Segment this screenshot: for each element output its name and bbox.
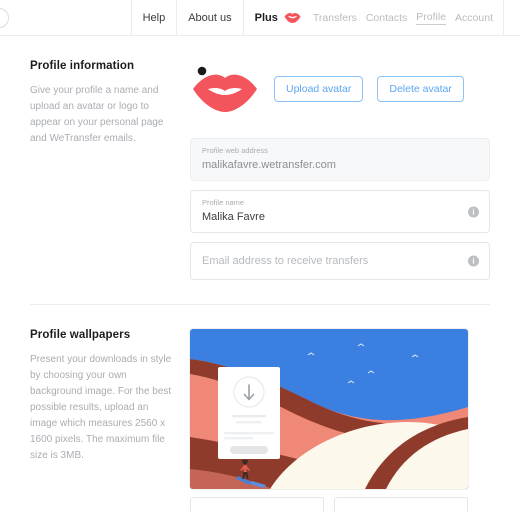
add-wallpaper-tile-2[interactable] <box>334 497 468 512</box>
add-wallpaper-tile-1[interactable] <box>190 497 324 512</box>
profile-fields: Profile web address malikafavre.wetransf… <box>190 138 490 280</box>
info-icon[interactable]: i <box>468 255 479 267</box>
nav-secondary-links: Transfers Contacts Profile Account <box>311 0 503 36</box>
wallpaper-tiles <box>190 497 490 512</box>
profile-wallpapers-description: Present your downloads in style by choos… <box>30 354 172 461</box>
page-content: Profile information Give your profile a … <box>0 36 520 512</box>
top-header: Help About us Plus Transfers Contacts Pr… <box>0 0 520 36</box>
avatar-row: Upload avatar Delete avatar <box>190 60 490 118</box>
nav-plus[interactable]: Plus <box>244 0 311 36</box>
profile-web-address-value: malikafavre.wetransfer.com <box>202 159 336 171</box>
page-title: Profile information <box>30 60 135 72</box>
profile-information-text: Profile information Give your profile a … <box>30 60 190 147</box>
corner-circle-decoration <box>0 8 9 28</box>
profile-wallpapers-text: Profile wallpapers Present your download… <box>30 329 190 464</box>
nav-link-contacts[interactable]: Contacts <box>366 12 407 24</box>
nav-about-us[interactable]: About us <box>177 0 244 36</box>
section-profile-information: Profile information Give your profile a … <box>30 36 490 280</box>
download-card <box>218 367 280 459</box>
nav-link-account[interactable]: Account <box>455 12 493 24</box>
profile-information-form: Upload avatar Delete avatar Profile web … <box>190 60 490 280</box>
profile-settings-page: Help About us Plus Transfers Contacts Pr… <box>0 0 520 512</box>
main-nav: Help About us Plus Transfers Contacts Pr… <box>130 0 504 36</box>
nav-link-transfers[interactable]: Transfers <box>313 12 357 24</box>
wallpaper-preview[interactable] <box>190 329 468 489</box>
nav-plus-label: Plus <box>254 11 278 24</box>
lips-icon <box>284 12 301 23</box>
profile-information-description: Give your profile a name and upload an a… <box>30 85 164 144</box>
profile-name-label: Profile name <box>202 198 245 207</box>
wallpapers-title: Profile wallpapers <box>30 329 131 341</box>
profile-name-input[interactable]: Malika Favre <box>202 210 459 224</box>
nav-help[interactable]: Help <box>132 0 178 36</box>
lips-avatar[interactable] <box>190 66 260 112</box>
info-icon[interactable]: i <box>468 206 479 217</box>
profile-web-address-field: Profile web address malikafavre.wetransf… <box>190 138 490 181</box>
wallpaper-gallery <box>190 329 490 512</box>
section-profile-wallpapers: Profile wallpapers Present your download… <box>30 305 490 512</box>
profile-name-field[interactable]: Profile name Malika Favre i <box>190 190 490 233</box>
email-address-input[interactable]: Email address to receive transfers <box>202 250 459 271</box>
upload-avatar-button[interactable]: Upload avatar <box>274 76 364 102</box>
profile-web-address-label: Profile web address <box>202 146 268 155</box>
nav-link-profile[interactable]: Profile <box>416 11 447 25</box>
delete-avatar-button[interactable]: Delete avatar <box>377 76 464 102</box>
email-address-field[interactable]: Email address to receive transfers i <box>190 242 490 280</box>
